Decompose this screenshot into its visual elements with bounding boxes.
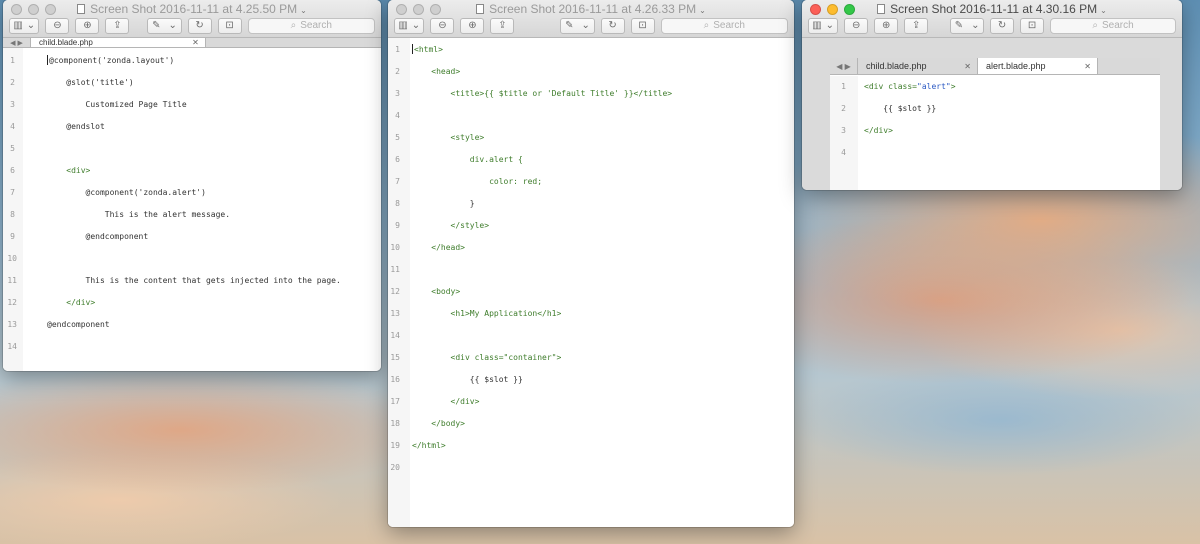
chevron-down-icon: ⌄: [26, 19, 36, 31]
sidebar-icon: ▥: [13, 19, 23, 31]
chevron-down-icon[interactable]: ⌄: [699, 6, 706, 15]
zoom-out-icon: ⊖: [53, 19, 62, 31]
sidebar-icon: ▥: [398, 19, 408, 31]
tab-child-blade[interactable]: child.blade.php ✕: [858, 58, 978, 74]
tab-navigation[interactable]: ◀ ▶: [3, 38, 31, 47]
markup-button[interactable]: ✎ ⌄: [950, 17, 985, 34]
rotate-icon: ↻: [608, 19, 617, 31]
rotate-button[interactable]: ↻: [187, 17, 212, 34]
pen-icon: ✎: [954, 19, 964, 31]
document-icon: [476, 4, 485, 14]
chevron-down-icon[interactable]: ⌄: [300, 6, 307, 15]
search-field[interactable]: ⌕ Search: [660, 17, 788, 34]
text-cursor: [47, 55, 48, 65]
zoom-in-button[interactable]: ⊕: [874, 17, 899, 34]
zoom-in-icon: ⊕: [83, 19, 92, 31]
close-tab-icon[interactable]: ✕: [964, 62, 971, 71]
close-tab-icon[interactable]: ✕: [1084, 62, 1091, 71]
toolbox-button[interactable]: ⊡: [630, 17, 655, 34]
rotate-icon: ↻: [195, 19, 204, 31]
toolbox-icon: ⊡: [1027, 19, 1037, 31]
close-tab-icon[interactable]: ✕: [192, 38, 199, 47]
search-placeholder: Search: [1101, 20, 1134, 31]
markup-button[interactable]: ✎ ⌄: [147, 17, 182, 34]
toolbar: ▥ ⌄ ⊖ ⊕ ⇪ ✎ ⌄ ↻ ⊡ ⌕ Search: [394, 17, 788, 34]
zoom-in-button[interactable]: ⊕: [460, 17, 485, 34]
document-icon: [77, 4, 86, 14]
chevron-down-icon: ⌄: [411, 19, 421, 31]
toolbar: ▥ ⌄ ⊖ ⊕ ⇪ ✎ ⌄ ↻ ⊡ ⌕ Search: [808, 17, 1176, 34]
sidebar-toggle-button[interactable]: ▥ ⌄: [9, 17, 40, 34]
tab-alert-blade[interactable]: alert.blade.php ✕: [978, 58, 1098, 74]
zoom-in-button[interactable]: ⊕: [75, 17, 100, 34]
chevron-down-icon[interactable]: ⌄: [1100, 6, 1107, 15]
share-icon: ⇪: [498, 19, 507, 31]
title-bar[interactable]: Screen Shot 2016-11-11 at 4.25.50 PM ⌄ ▥ ⌄…: [3, 0, 381, 38]
code-editor: 1 <div class="alert"> 2 {{ $slot }} 3 </di…: [830, 76, 1160, 190]
title-bar[interactable]: Screen Shot 2016-11-11 at 4.30.16 PM ⌄ ▥ ⌄…: [802, 0, 1182, 38]
rotate-button[interactable]: ↻: [600, 17, 625, 34]
chevron-down-icon: ⌄: [971, 19, 980, 31]
share-icon: ⇪: [912, 19, 921, 31]
search-field[interactable]: ⌕ Search: [247, 17, 375, 34]
chevron-down-icon: ⌄: [825, 19, 835, 31]
pen-icon: ✎: [565, 19, 574, 31]
toolbox-button[interactable]: ⊡: [1020, 17, 1045, 34]
search-icon: ⌕: [290, 20, 297, 31]
toolbox-button[interactable]: ⊡: [217, 17, 242, 34]
zoom-out-button[interactable]: ⊖: [45, 17, 70, 34]
chevron-down-icon: ⌄: [581, 19, 590, 31]
zoom-in-icon: ⊕: [882, 19, 891, 31]
zoom-out-icon: ⊖: [438, 19, 447, 31]
toolbar: ▥ ⌄ ⊖ ⊕ ⇪ ✎ ⌄ ↻ ⊡ ⌕ Search: [9, 17, 375, 34]
share-button[interactable]: ⇪: [904, 17, 929, 34]
rotate-icon: ↻: [997, 19, 1007, 31]
sidebar-icon: ▥: [812, 19, 822, 31]
tab-bar: ◀ ▶ child.blade.php ✕ alert.blade.php ✕: [830, 58, 1160, 75]
search-placeholder: Search: [713, 20, 745, 31]
code-editor: 1 @component('zonda.layout') 2 @slot('tit…: [3, 48, 381, 371]
tab-navigation[interactable]: ◀ ▶: [830, 58, 858, 74]
zoom-out-button[interactable]: ⊖: [844, 17, 869, 34]
share-button[interactable]: ⇪: [490, 17, 515, 34]
preview-window-1: Screen Shot 2016-11-11 at 4.25.50 PM ⌄ ▥ ⌄…: [3, 0, 381, 371]
zoom-out-icon: ⊖: [852, 19, 861, 31]
toolbox-icon: ⊡: [225, 19, 234, 31]
toolbox-icon: ⊡: [638, 19, 647, 31]
markup-button[interactable]: ✎ ⌄: [560, 17, 595, 34]
zoom-out-button[interactable]: ⊖: [430, 17, 455, 34]
tab-child-blade[interactable]: child.blade.php ✕: [31, 38, 206, 47]
sidebar-toggle-button[interactable]: ▥ ⌄: [808, 17, 839, 34]
sidebar-toggle-button[interactable]: ▥ ⌄: [394, 17, 425, 34]
search-field[interactable]: ⌕ Search: [1050, 17, 1176, 34]
image-canvas: ◀ ▶ child.blade.php ✕ alert.blade.php ✕ …: [802, 38, 1182, 190]
chevron-down-icon: ⌄: [168, 19, 177, 31]
search-icon: ⌕: [1092, 20, 1098, 31]
zoom-in-icon: ⊕: [468, 19, 477, 31]
text-cursor: [412, 44, 413, 54]
document-icon: [877, 4, 886, 14]
embedded-editor: ◀ ▶ child.blade.php ✕ alert.blade.php ✕ …: [830, 58, 1160, 190]
code-editor: 1 <html> 2 <head> 3 <title>{{ $title or '…: [388, 38, 794, 527]
search-placeholder: Search: [300, 20, 332, 31]
title-bar[interactable]: Screen Shot 2016-11-11 at 4.26.33 PM ⌄ ▥ ⌄…: [388, 0, 794, 38]
share-button[interactable]: ⇪: [105, 17, 130, 34]
share-icon: ⇪: [113, 19, 122, 31]
pen-icon: ✎: [152, 19, 161, 31]
tab-bar: ◀ ▶ child.blade.php ✕: [3, 38, 381, 48]
search-icon: ⌕: [703, 20, 710, 31]
preview-window-2: Screen Shot 2016-11-11 at 4.26.33 PM ⌄ ▥ ⌄…: [388, 0, 794, 527]
preview-window-3: Screen Shot 2016-11-11 at 4.30.16 PM ⌄ ▥ ⌄…: [802, 0, 1182, 190]
rotate-button[interactable]: ↻: [990, 17, 1015, 34]
